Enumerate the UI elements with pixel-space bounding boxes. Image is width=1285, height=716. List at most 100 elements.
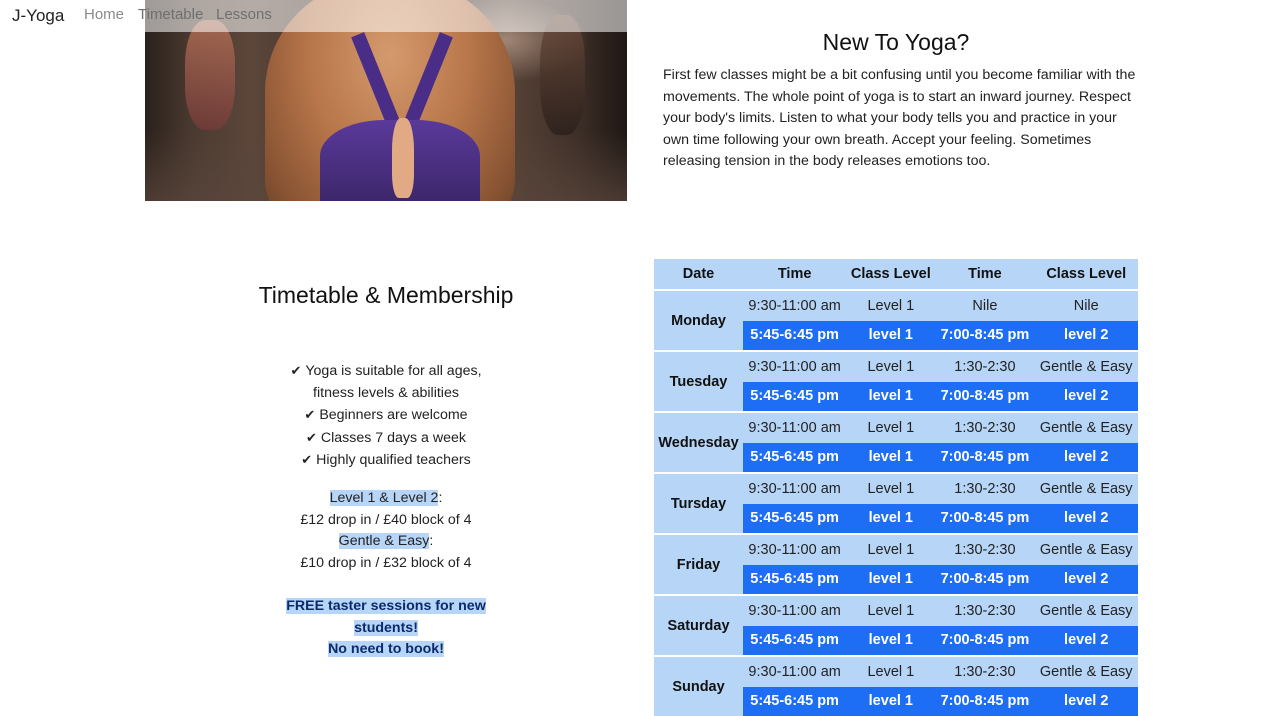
day-cell: Tuesday <box>654 351 743 412</box>
level-cell: Gentle & Easy <box>1034 656 1138 687</box>
header-class-level: Class Level <box>1034 259 1138 290</box>
checkmark-icon: ✔ <box>304 407 315 422</box>
level-cell: Level 1 <box>846 351 935 382</box>
benefit-item: ✔Yoga is suitable for all ages, <box>145 360 627 383</box>
table-row: Monday9:30-11:00 amLevel 1NileNile <box>654 290 1138 321</box>
nav-link-home[interactable]: Home <box>84 6 124 23</box>
level-cell: level 2 <box>1034 382 1138 413</box>
new-to-yoga-title: New To Yoga? <box>663 29 1129 56</box>
level-cell: Level 1 <box>846 534 935 565</box>
time-cell: 5:45-6:45 pm <box>743 565 846 596</box>
level-cell: level 1 <box>846 443 935 474</box>
level-cell: Level 1 <box>846 290 935 321</box>
free-line: students! <box>354 620 418 636</box>
timetable: Date Time Class Level Time Class Level M… <box>654 259 1138 716</box>
brand-logo[interactable]: J-Yoga <box>12 6 64 26</box>
benefit-item: ✔Highly qualified teachers <box>145 449 627 472</box>
time-cell: 9:30-11:00 am <box>743 473 846 504</box>
level-cell: Gentle & Easy <box>1034 595 1138 626</box>
time-cell: 1:30-2:30 <box>935 412 1034 443</box>
time-cell: 7:00-8:45 pm <box>935 504 1034 535</box>
table-row: Friday9:30-11:00 amLevel 11:30-2:30Gentl… <box>654 534 1138 565</box>
level-cell: Nile <box>1034 290 1138 321</box>
free-line: No need to book! <box>328 641 444 657</box>
table-row: Tursday9:30-11:00 amLevel 11:30-2:30Gent… <box>654 473 1138 504</box>
checkmark-icon: ✔ <box>301 452 312 467</box>
table-row: Sunday9:30-11:00 amLevel 11:30-2:30Gentl… <box>654 656 1138 687</box>
header-time: Time <box>935 259 1034 290</box>
background-person-right <box>540 15 585 135</box>
level-cell: Gentle & Easy <box>1034 351 1138 382</box>
benefit-item: fitness levels & abilities <box>145 383 627 405</box>
price-label: Gentle & Easy: <box>145 531 627 553</box>
membership-title: Timetable & Membership <box>145 282 627 309</box>
time-cell: 5:45-6:45 pm <box>743 504 846 535</box>
membership-benefits: ✔Yoga is suitable for all ages, fitness … <box>145 360 627 472</box>
header-class-level: Class Level <box>846 259 935 290</box>
time-cell: 9:30-11:00 am <box>743 412 846 443</box>
level-cell: level 1 <box>846 626 935 657</box>
level-cell: Gentle & Easy <box>1034 534 1138 565</box>
time-cell: 7:00-8:45 pm <box>935 443 1034 474</box>
nav-link-lessons[interactable]: Lessons <box>216 6 272 23</box>
time-cell: 5:45-6:45 pm <box>743 626 846 657</box>
price-value: £12 drop in / £40 block of 4 <box>145 510 627 532</box>
time-cell: 1:30-2:30 <box>935 351 1034 382</box>
time-cell: 1:30-2:30 <box>935 534 1034 565</box>
level-cell: level 2 <box>1034 321 1138 352</box>
level-cell: level 2 <box>1034 626 1138 657</box>
level-cell: level 2 <box>1034 443 1138 474</box>
time-cell: Nile <box>935 290 1034 321</box>
navbar: J-Yoga Home Timetable Lessons <box>0 0 275 31</box>
free-taster-note: FREE taster sessions for new students! N… <box>145 596 627 661</box>
level-cell: Level 1 <box>846 595 935 626</box>
benefit-item: ✔Classes 7 days a week <box>145 427 627 450</box>
time-cell: 5:45-6:45 pm <box>743 443 846 474</box>
time-cell: 7:00-8:45 pm <box>935 565 1034 596</box>
day-cell: Friday <box>654 534 743 595</box>
level-cell: level 1 <box>846 504 935 535</box>
checkmark-icon: ✔ <box>306 430 317 445</box>
background-person-left <box>185 20 235 130</box>
level-cell: Level 1 <box>846 473 935 504</box>
time-cell: 5:45-6:45 pm <box>743 321 846 352</box>
time-cell: 7:00-8:45 pm <box>935 626 1034 657</box>
time-cell: 9:30-11:00 am <box>743 534 846 565</box>
time-cell: 9:30-11:00 am <box>743 656 846 687</box>
header-time: Time <box>743 259 846 290</box>
level-cell: Level 1 <box>846 656 935 687</box>
time-cell: 1:30-2:30 <box>935 656 1034 687</box>
table-row: Saturday9:30-11:00 amLevel 11:30-2:30Gen… <box>654 595 1138 626</box>
day-cell: Saturday <box>654 595 743 656</box>
time-cell: 9:30-11:00 am <box>743 595 846 626</box>
table-row: Tuesday9:30-11:00 amLevel 11:30-2:30Gent… <box>654 351 1138 382</box>
photo-prayer-hands <box>392 118 414 198</box>
price-value: £10 drop in / £32 block of 4 <box>145 553 627 575</box>
free-line: FREE taster sessions for new <box>286 598 485 614</box>
table-row: Wednesday9:30-11:00 amLevel 11:30-2:30Ge… <box>654 412 1138 443</box>
level-cell: level 2 <box>1034 565 1138 596</box>
time-cell: 1:30-2:30 <box>935 595 1034 626</box>
new-to-yoga-text: First few classes might be a bit confusi… <box>663 65 1143 173</box>
level-cell: Level 1 <box>846 412 935 443</box>
level-cell: Gentle & Easy <box>1034 412 1138 443</box>
level-cell: level 2 <box>1034 504 1138 535</box>
time-cell: 5:45-6:45 pm <box>743 382 846 413</box>
pricing: Level 1 & Level 2: £12 drop in / £40 blo… <box>145 488 627 574</box>
price-label: Level 1 & Level 2: <box>145 488 627 510</box>
time-cell: 7:00-8:45 pm <box>935 382 1034 413</box>
checkmark-icon: ✔ <box>290 363 301 378</box>
time-cell: 7:00-8:45 pm <box>935 321 1034 352</box>
time-cell: 1:30-2:30 <box>935 473 1034 504</box>
header-date: Date <box>654 259 743 290</box>
time-cell: 9:30-11:00 am <box>743 290 846 321</box>
nav-link-timetable[interactable]: Timetable <box>138 6 203 23</box>
level-cell: Gentle & Easy <box>1034 473 1138 504</box>
day-cell: Tursday <box>654 473 743 534</box>
day-cell: Sunday <box>654 656 743 716</box>
level-cell: level 1 <box>846 321 935 352</box>
day-cell: Wednesday <box>654 412 743 473</box>
benefit-item: ✔Beginners are welcome <box>145 404 627 427</box>
level-cell: level 1 <box>846 565 935 596</box>
level-cell: level 1 <box>846 382 935 413</box>
